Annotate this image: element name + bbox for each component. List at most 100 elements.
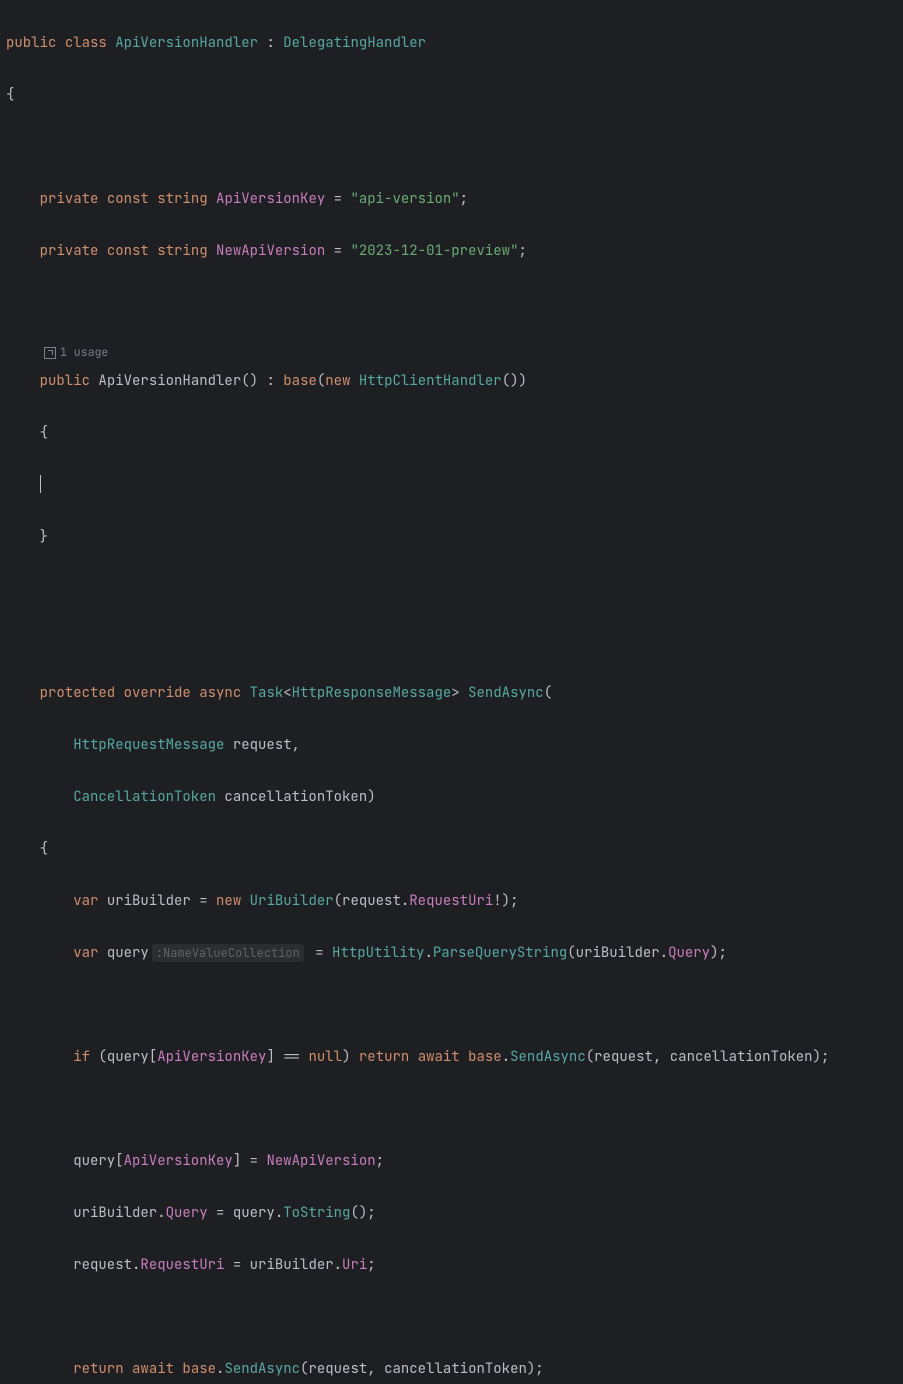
punct-dot: . bbox=[334, 1256, 342, 1274]
code-line: HttpRequestMessage request, bbox=[6, 732, 897, 758]
keyword-return: return bbox=[359, 1048, 409, 1066]
base-class-name: DelegatingHandler bbox=[283, 34, 426, 52]
member-name: RequestUri bbox=[409, 892, 493, 910]
code-line bbox=[6, 992, 897, 1018]
punct-bang: !); bbox=[493, 892, 518, 910]
punct-paren: ( bbox=[300, 1360, 308, 1378]
op-eqeq: == bbox=[283, 1048, 300, 1066]
keyword-if: if bbox=[73, 1048, 90, 1066]
field-name: ApiVersionKey bbox=[216, 190, 325, 208]
code-line: public class ApiVersionHandler : Delegat… bbox=[6, 30, 897, 56]
punct-dot: . bbox=[660, 944, 668, 962]
punct-eq: = bbox=[233, 1256, 241, 1274]
expr: request bbox=[342, 892, 401, 910]
code-line: uriBuilder.Query = query.ToString(); bbox=[6, 1200, 897, 1226]
punct-semi: ; bbox=[518, 242, 526, 260]
expr: uriBuilder bbox=[250, 1256, 334, 1274]
code-line bbox=[6, 472, 897, 498]
keyword-protected: protected bbox=[40, 684, 116, 702]
keyword-const: const bbox=[107, 190, 149, 208]
brace-open: { bbox=[40, 424, 48, 442]
punct-eq: = bbox=[199, 892, 207, 910]
punct-comma: , bbox=[653, 1048, 661, 1066]
code-line: query[ApiVersionKey] = NewApiVersion; bbox=[6, 1148, 897, 1174]
punct-eq: = bbox=[216, 1204, 224, 1222]
expr: query bbox=[233, 1204, 275, 1222]
code-line: return await base.SendAsync(request, can… bbox=[6, 1356, 897, 1382]
code-line: request.RequestUri = uriBuilder.Uri; bbox=[6, 1252, 897, 1278]
keyword-const: const bbox=[107, 242, 149, 260]
method-name: SendAsync bbox=[468, 684, 544, 702]
string-literal: "api-version" bbox=[350, 190, 459, 208]
punct-paren: ) bbox=[367, 788, 375, 806]
keyword-class: class bbox=[65, 34, 107, 52]
usage-hint[interactable]: 1 usage bbox=[6, 342, 108, 364]
punct-eq: = bbox=[315, 944, 323, 962]
punct-comma: , bbox=[292, 736, 300, 754]
punct-paren: ); bbox=[710, 944, 727, 962]
keyword-private: private bbox=[40, 190, 99, 208]
punct-paren: ( bbox=[544, 684, 552, 702]
code-line: var uriBuilder = new UriBuilder(request.… bbox=[6, 888, 897, 914]
keyword-private: private bbox=[40, 242, 99, 260]
inlay-hint-type[interactable]: :NameValueCollection bbox=[152, 944, 304, 962]
code-line bbox=[6, 628, 897, 654]
code-line: { bbox=[6, 836, 897, 862]
punct-dot: . bbox=[424, 944, 432, 962]
keyword-override: override bbox=[124, 684, 191, 702]
punct-paren: ( bbox=[567, 944, 575, 962]
code-line: CancellationToken cancellationToken) bbox=[6, 784, 897, 810]
punct-semi: ; bbox=[460, 190, 468, 208]
punct-semi: ; bbox=[376, 1152, 384, 1170]
code-line: public ApiVersionHandler() : base(new Ht… bbox=[6, 368, 897, 394]
type-name: UriBuilder bbox=[250, 892, 334, 910]
expr: uriBuilder bbox=[576, 944, 660, 962]
punct-gt: > bbox=[451, 684, 459, 702]
code-editor[interactable]: public class ApiVersionHandler : Delegat… bbox=[0, 0, 903, 1384]
field-ref: ApiVersionKey bbox=[124, 1152, 233, 1170]
punct-eq: = bbox=[334, 190, 342, 208]
punct-dot: . bbox=[132, 1256, 140, 1274]
expr: uriBuilder bbox=[73, 1204, 157, 1222]
keyword-await: await bbox=[418, 1048, 460, 1066]
code-line bbox=[6, 576, 897, 602]
keyword-string: string bbox=[157, 242, 207, 260]
keyword-base: base bbox=[283, 372, 317, 390]
field-name: NewApiVersion bbox=[216, 242, 325, 260]
punct-bracket: [ bbox=[115, 1152, 123, 1170]
keyword-string: string bbox=[157, 190, 207, 208]
keyword-public: public bbox=[40, 372, 90, 390]
local-name: uriBuilder bbox=[107, 892, 191, 910]
punct-dot: . bbox=[502, 1048, 510, 1066]
brace-open: { bbox=[6, 86, 14, 104]
text-caret bbox=[40, 475, 41, 493]
type-name: Task bbox=[250, 684, 284, 702]
method-name: SendAsync bbox=[224, 1360, 300, 1378]
expr: query bbox=[73, 1152, 115, 1170]
punct-paren: ()) bbox=[502, 372, 527, 390]
code-line: private const string NewApiVersion = "20… bbox=[6, 238, 897, 264]
type-name: HttpClientHandler bbox=[359, 372, 502, 390]
punct-paren: () bbox=[241, 372, 258, 390]
member-name: RequestUri bbox=[140, 1256, 224, 1274]
member-name: Query bbox=[166, 1204, 208, 1222]
punct-lt: < bbox=[283, 684, 291, 702]
param-name: request bbox=[233, 736, 292, 754]
usage-text: 1 usage bbox=[60, 342, 108, 364]
field-ref: ApiVersionKey bbox=[157, 1048, 266, 1066]
keyword-var: var bbox=[73, 892, 98, 910]
code-line: if (query[ApiVersionKey] == null) return… bbox=[6, 1044, 897, 1070]
keyword-var: var bbox=[73, 944, 98, 962]
keyword-return: return bbox=[73, 1360, 123, 1378]
expr: request bbox=[308, 1360, 367, 1378]
keyword-new: new bbox=[216, 892, 241, 910]
punct-paren: (); bbox=[350, 1204, 375, 1222]
type-name: HttpRequestMessage bbox=[73, 736, 224, 754]
expr: request bbox=[73, 1256, 132, 1274]
expr: cancellationToken bbox=[384, 1360, 527, 1378]
punct-eq: = bbox=[250, 1152, 258, 1170]
punct-bracket: ] bbox=[266, 1048, 274, 1066]
punct-colon: : bbox=[266, 34, 274, 52]
keyword-async: async bbox=[199, 684, 241, 702]
keyword-null: null bbox=[308, 1048, 342, 1066]
